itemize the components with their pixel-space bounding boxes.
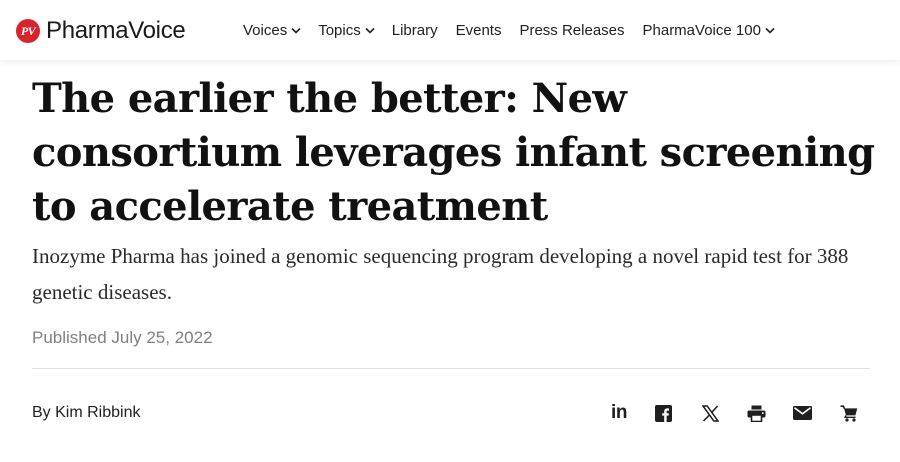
share-toolbar: in <box>604 402 866 424</box>
email-share-button[interactable] <box>789 402 815 424</box>
nav-item-library[interactable]: Library <box>392 22 438 39</box>
chevron-down-icon <box>291 27 301 34</box>
divider <box>32 368 870 369</box>
article-dek: Inozyme Pharma has joined a genomic sequ… <box>32 244 849 304</box>
nav-item-label: Voices <box>243 22 288 39</box>
nav-item-label: Press Releases <box>519 22 625 39</box>
logo-wordmark: PharmaVoice <box>46 17 186 44</box>
nav-item-voices[interactable]: Voices <box>243 22 301 39</box>
print-button[interactable] <box>743 402 769 424</box>
nav-item-label: Topics <box>318 22 361 39</box>
cart-button[interactable] <box>836 402 862 424</box>
print-icon <box>747 405 765 422</box>
nav-item-events[interactable]: Events <box>456 22 502 39</box>
facebook-share-button[interactable] <box>650 402 676 424</box>
nav-item-press-releases[interactable]: Press Releases <box>519 22 624 39</box>
cart-icon <box>840 404 858 422</box>
nav-item-label: Events <box>455 22 502 39</box>
x-share-button[interactable] <box>697 402 723 424</box>
linkedin-share-button[interactable]: in <box>606 402 632 424</box>
x-icon <box>701 404 719 422</box>
author-byline: By Kim Ribbink <box>32 404 141 421</box>
nav-item-pharmavoice-100[interactable]: PharmaVoice 100 <box>643 22 775 39</box>
nav-item-topics[interactable]: Topics <box>318 22 375 39</box>
published-date: Published July 25, 2022 <box>32 328 213 347</box>
chevron-down-icon <box>365 27 375 34</box>
facebook-icon <box>654 404 672 422</box>
pharmavoice-logo[interactable]: PV PharmaVoice <box>16 17 186 45</box>
top-navigation-bar: PV PharmaVoice Voices Topics Library Eve… <box>0 0 900 60</box>
email-icon <box>792 406 812 420</box>
nav-item-label: PharmaVoice 100 <box>642 22 761 39</box>
linkedin-icon: in <box>611 402 627 423</box>
nav-item-label: Library <box>391 22 438 39</box>
logo-badge-icon: PV <box>16 19 40 43</box>
article-headline: The earlier the better: New consortium l… <box>32 75 875 230</box>
main-menu: Voices Topics Library Events Press Relea… <box>243 22 775 39</box>
chevron-down-icon <box>765 27 775 34</box>
